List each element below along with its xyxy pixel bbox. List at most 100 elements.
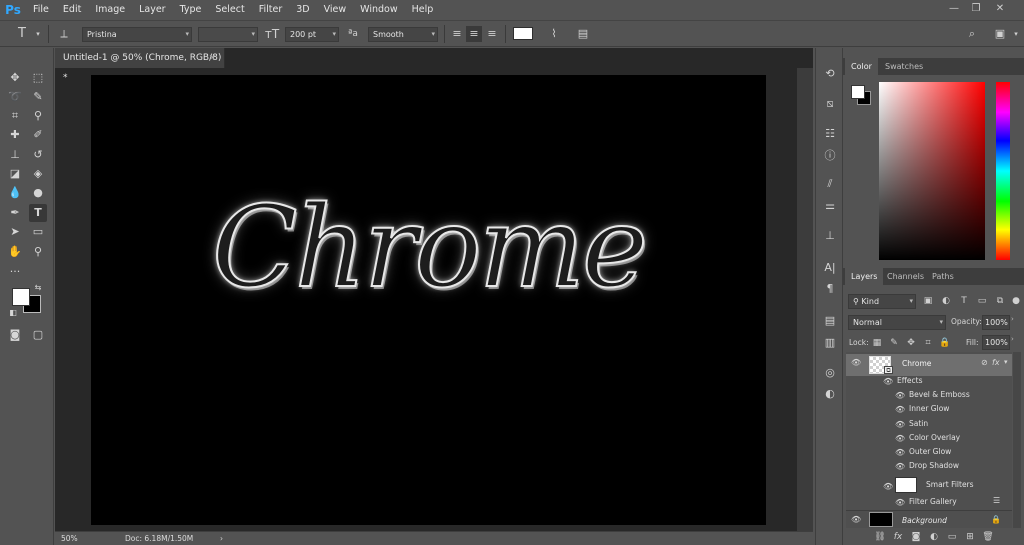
chevron-down-icon[interactable]: ▾ [30, 26, 46, 42]
new-group-icon[interactable]: ▭ [945, 530, 959, 544]
eye-icon[interactable]: 👁 [895, 462, 905, 471]
chevron-right-icon[interactable]: › [1011, 335, 1014, 343]
lock-transparent-icon[interactable]: ▦ [870, 336, 884, 350]
font-family-select[interactable]: Pristina ▾ [82, 27, 192, 42]
tab-layers[interactable]: Layers [845, 268, 884, 285]
color-spectrum[interactable] [879, 82, 985, 260]
menu-layer[interactable]: Layer [132, 0, 173, 20]
more-icon[interactable]: ··· [6, 263, 24, 281]
fill-input[interactable]: 100% [982, 335, 1010, 350]
effect-satin[interactable]: Satin [909, 417, 928, 431]
minimize-icon[interactable]: — [944, 2, 964, 16]
document-scrollbar[interactable] [797, 68, 813, 531]
hand-icon[interactable]: ✋ [6, 243, 24, 261]
filter-gallery[interactable]: Filter Gallery [909, 495, 957, 509]
lasso-icon[interactable]: ➰ [6, 88, 24, 106]
paragraph-icon[interactable]: ¶ [822, 281, 838, 297]
type-tool-preset-icon[interactable]: T [14, 26, 30, 42]
character-panel-icon[interactable]: ▤ [575, 26, 591, 42]
smart-filter-mask-thumbnail[interactable] [895, 477, 917, 493]
effect-drop-shadow[interactable]: Drop Shadow [909, 459, 959, 473]
screen-mode-icon[interactable]: ▢ [29, 326, 47, 344]
quick-select-icon[interactable]: ✎ [29, 88, 47, 106]
lock-position-icon[interactable]: ✥ [904, 336, 918, 350]
blur-icon[interactable]: 💧 [6, 184, 24, 202]
chevron-right-icon[interactable]: › [1011, 315, 1014, 323]
effects-label[interactable]: Effects [897, 374, 923, 388]
clone-source-icon[interactable]: ⊥ [822, 228, 838, 244]
menu-file[interactable]: File [26, 0, 56, 20]
eye-icon[interactable]: 👁 [883, 482, 893, 491]
notes-icon[interactable]: ▥ [822, 335, 838, 351]
chevron-down-icon[interactable]: ▾ [1008, 26, 1024, 42]
text-color-swatch[interactable] [513, 27, 533, 40]
layer-name[interactable]: Chrome [902, 359, 931, 368]
path-select-icon[interactable]: ➤ [6, 223, 24, 241]
delete-layer-icon[interactable]: 🗑 [981, 530, 995, 544]
blend-mode-select[interactable]: Normal ▾ [848, 315, 946, 330]
eye-icon[interactable]: 👁 [895, 498, 905, 507]
align-center-icon[interactable]: ≡ [466, 26, 482, 42]
opacity-input[interactable]: 100% [982, 315, 1010, 330]
font-style-select[interactable]: ▾ [198, 27, 258, 42]
warp-text-icon[interactable]: ⌇ [546, 26, 562, 42]
properties-icon[interactable]: ☷ [822, 126, 838, 142]
zoom-level[interactable]: 50% [61, 532, 91, 545]
effect-bevel-emboss[interactable]: Bevel & Emboss [909, 388, 970, 402]
hue-slider[interactable] [996, 82, 1010, 260]
filter-smart-object-icon[interactable]: ⧉ [993, 294, 1007, 308]
workspace-icon[interactable]: ▣ [992, 26, 1008, 42]
libraries-icon[interactable]: ▤ [822, 313, 838, 329]
character-icon[interactable]: A| [822, 260, 838, 276]
eye-icon[interactable]: 👁 [895, 391, 905, 400]
lock-icon[interactable]: 🔒 [991, 515, 1001, 524]
healing-icon[interactable]: ✚ [6, 126, 24, 144]
antialias-select[interactable]: Smooth ▾ [368, 27, 438, 42]
brush-icon[interactable]: ✐ [29, 126, 47, 144]
eraser-icon[interactable]: ◪ [6, 165, 24, 183]
brush-settings-icon[interactable]: ⧅ [822, 96, 838, 112]
move-icon[interactable]: ✥ [6, 69, 24, 87]
effect-outer-glow[interactable]: Outer Glow [909, 445, 951, 459]
align-left-icon[interactable]: ≡ [449, 26, 465, 42]
search-icon[interactable]: ⌕ [964, 26, 980, 42]
adjustment-layer-icon[interactable]: ◐ [927, 530, 941, 544]
quick-mask-icon[interactable]: ◙ [6, 326, 24, 344]
canvas[interactable]: Chrome [91, 75, 766, 525]
add-mask-icon[interactable]: ◙ [909, 530, 923, 544]
eye-icon[interactable]: 👁 [851, 358, 861, 367]
history-brush-icon[interactable]: ↺ [29, 146, 47, 164]
align-right-icon[interactable]: ≡ [484, 26, 500, 42]
eye-icon[interactable]: 👁 [895, 448, 905, 457]
menu-image[interactable]: Image [88, 0, 132, 20]
dodge-icon[interactable]: ● [29, 184, 47, 202]
close-icon[interactable]: × [208, 48, 216, 68]
filter-options-icon[interactable]: ☰ [993, 496, 1000, 505]
foreground-color-swatch[interactable] [12, 288, 30, 306]
eye-icon[interactable]: 👁 [883, 377, 893, 386]
history-icon[interactable]: ⟲ [822, 66, 838, 82]
effect-color-overlay[interactable]: Color Overlay [909, 431, 960, 445]
panel-foreground-swatch[interactable] [851, 85, 865, 99]
eyedropper-icon[interactable]: ⚲ [29, 107, 47, 125]
effect-inner-glow[interactable]: Inner Glow [909, 402, 949, 416]
eye-icon[interactable]: 👁 [895, 420, 905, 429]
layers-scrollbar[interactable] [1013, 352, 1021, 528]
tab-swatches[interactable]: Swatches [879, 58, 929, 75]
type-icon[interactable]: T [29, 204, 47, 222]
status-menu-icon[interactable]: › [220, 532, 230, 545]
default-colors-icon[interactable]: ◧ [8, 308, 18, 318]
tab-channels[interactable]: Channels [881, 268, 930, 285]
brushes-icon[interactable]: ⫽ [822, 176, 838, 192]
new-layer-icon[interactable]: ⊞ [963, 530, 977, 544]
restore-icon[interactable]: ❐ [966, 2, 986, 16]
eye-icon[interactable]: 👁 [895, 405, 905, 414]
pen-icon[interactable]: ✒ [6, 204, 24, 222]
filter-type-icon[interactable]: T [957, 294, 971, 308]
filter-adjustment-icon[interactable]: ◐ [939, 294, 953, 308]
tab-color[interactable]: Color [845, 58, 878, 75]
layer-fx-badge[interactable]: fx [992, 358, 1000, 367]
filter-pixel-icon[interactable]: ▣ [921, 294, 935, 308]
eye-icon[interactable]: 👁 [895, 434, 905, 443]
paint-bucket-icon[interactable]: ◈ [29, 165, 47, 183]
